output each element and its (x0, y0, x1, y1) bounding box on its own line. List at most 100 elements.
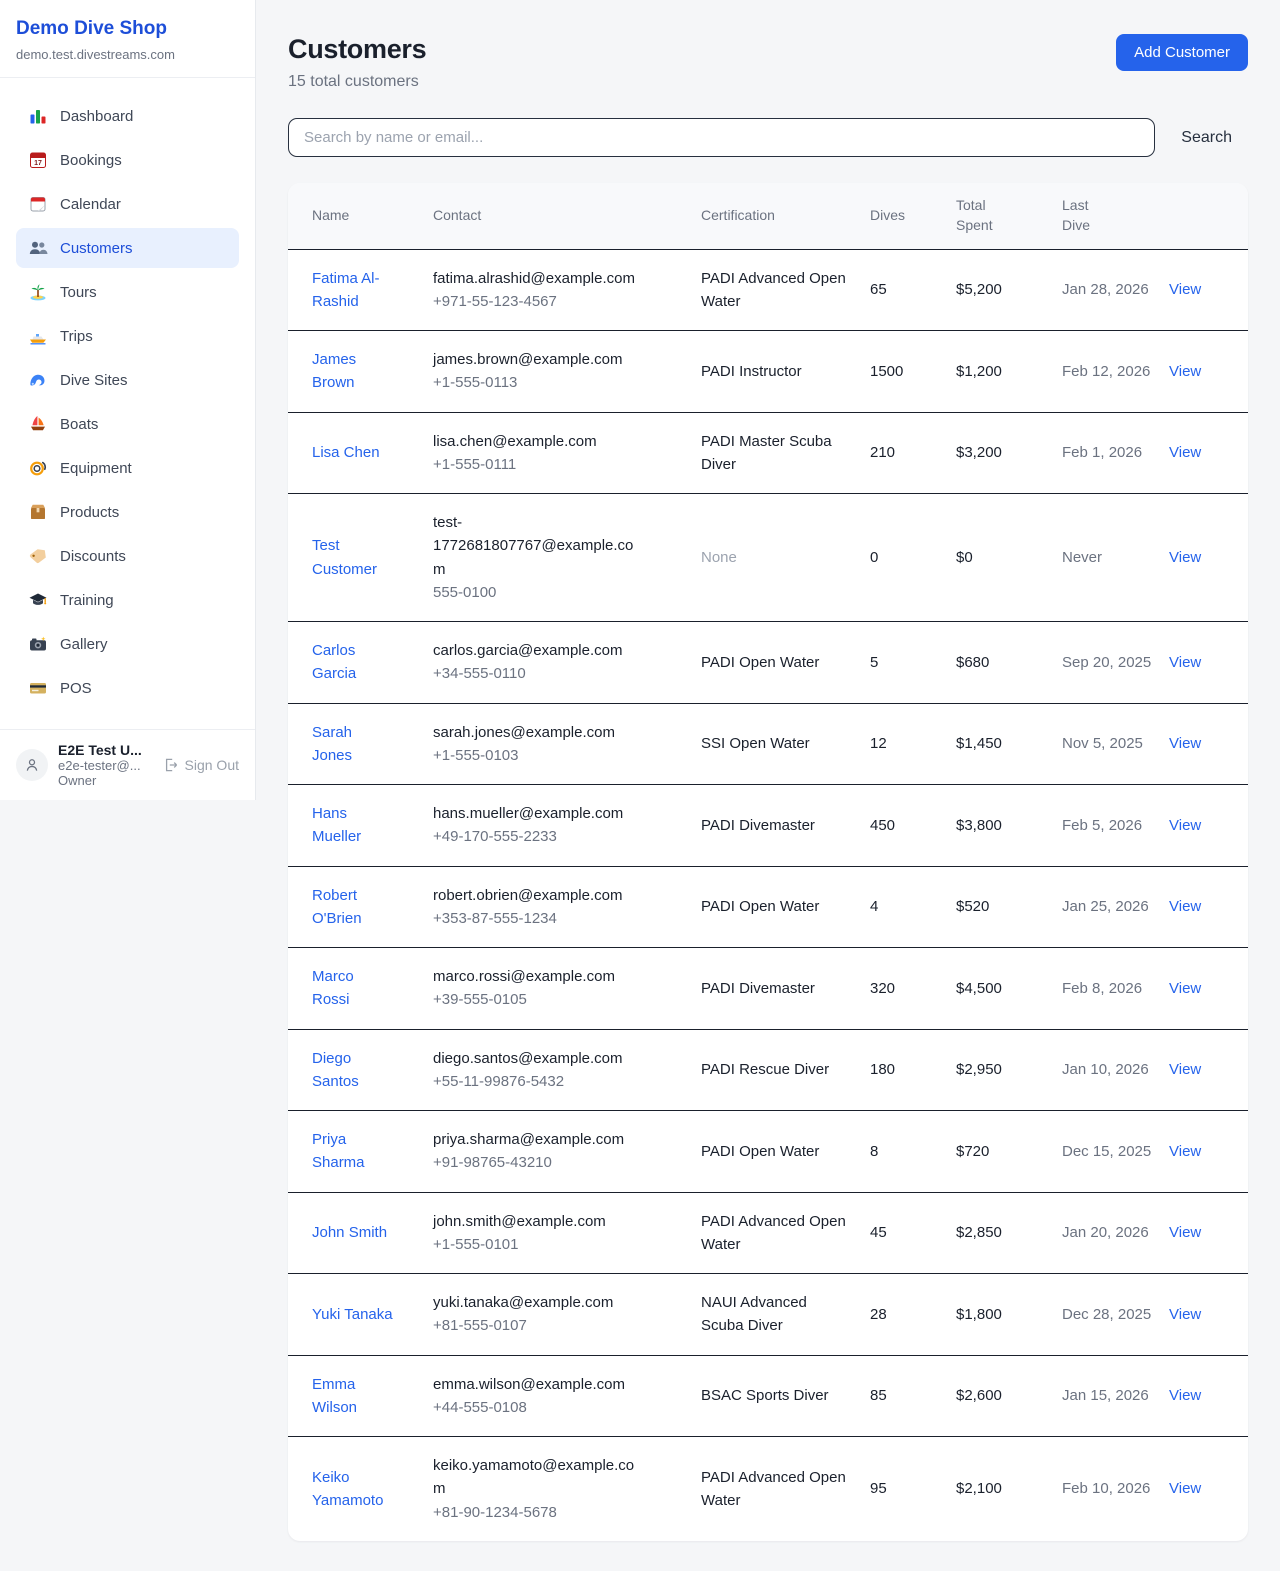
customer-dives: 210 (870, 412, 956, 494)
pos-icon (28, 678, 48, 698)
view-customer-link[interactable]: View (1169, 735, 1201, 752)
customer-name-link[interactable]: Lisa Chen (312, 444, 380, 461)
customer-name-link[interactable]: Carlos Garcia (312, 642, 356, 682)
customer-dives: 45 (870, 1192, 956, 1274)
svg-text:17: 17 (34, 160, 42, 167)
customer-phone: +1-555-0111 (433, 453, 645, 476)
customer-phone: +39-555-0105 (433, 988, 645, 1011)
view-customer-link[interactable]: View (1169, 363, 1201, 380)
user-icon (23, 756, 41, 774)
customer-dives: 95 (870, 1437, 956, 1541)
customer-last-dive: Jan 28, 2026 (1062, 249, 1169, 331)
customer-dives: 28 (870, 1274, 956, 1356)
sidebar-item-gallery[interactable]: Gallery (16, 624, 239, 664)
trips-icon (28, 326, 48, 346)
customer-email: diego.santos@example.com (433, 1047, 645, 1070)
sidebar-item-products[interactable]: Products (16, 492, 239, 532)
customer-email: fatima.alrashid@example.com (433, 267, 645, 290)
sidebar-item-trips[interactable]: Trips (16, 316, 239, 356)
customer-certification: None (701, 494, 870, 622)
search-input[interactable] (288, 118, 1155, 157)
sidebar-item-dive-sites[interactable]: Dive Sites (16, 360, 239, 400)
header-certification: Certification (701, 183, 870, 249)
training-icon (28, 590, 48, 610)
sidebar-item-boats[interactable]: Boats (16, 404, 239, 444)
sign-out-button[interactable]: Sign Out (163, 757, 239, 773)
sidebar-item-discounts[interactable]: Discounts (16, 536, 239, 576)
sidebar-item-label: Tours (60, 284, 97, 301)
customer-name-link[interactable]: Emma Wilson (312, 1376, 357, 1416)
customer-phone: +1-555-0113 (433, 371, 645, 394)
table-row: Fatima Al-Rashid fatima.alrashid@example… (288, 249, 1248, 331)
customer-phone: +91-98765-43210 (433, 1151, 645, 1174)
customer-certification: PADI Rescue Diver (701, 1029, 870, 1111)
table-row: Robert O'Brien robert.obrien@example.com… (288, 866, 1248, 948)
customer-total-spent: $0 (956, 494, 1062, 622)
customer-dives: 320 (870, 948, 956, 1030)
sidebar-nav: Dashboard 17 Bookings Calendar Customers… (0, 78, 255, 729)
user-name: E2E Test U... (58, 742, 153, 758)
sidebar-item-dashboard[interactable]: Dashboard (16, 96, 239, 136)
dive-sites-icon (28, 370, 48, 390)
search-button[interactable]: Search (1155, 129, 1248, 147)
sidebar-item-calendar[interactable]: Calendar (16, 184, 239, 224)
customer-total-spent: $2,100 (956, 1437, 1062, 1541)
shop-name: Demo Dive Shop (16, 18, 239, 40)
customer-name-link[interactable]: Yuki Tanaka (312, 1306, 393, 1323)
customer-name-link[interactable]: John Smith (312, 1224, 387, 1241)
view-customer-link[interactable]: View (1169, 549, 1201, 566)
customer-name-link[interactable]: James Brown (312, 351, 356, 391)
customer-last-dive: Dec 28, 2025 (1062, 1274, 1169, 1356)
view-customer-link[interactable]: View (1169, 444, 1201, 461)
view-customer-link[interactable]: View (1169, 654, 1201, 671)
customer-dives: 0 (870, 494, 956, 622)
view-customer-link[interactable]: View (1169, 1061, 1201, 1078)
customer-phone: 555-0100 (433, 581, 645, 604)
calendar-icon (28, 194, 48, 214)
main-content: Customers 15 total customers Add Custome… (256, 0, 1280, 1571)
sidebar-item-bookings[interactable]: 17 Bookings (16, 140, 239, 180)
view-customer-link[interactable]: View (1169, 817, 1201, 834)
customer-phone: +353-87-555-1234 (433, 907, 645, 930)
customer-name-link[interactable]: Keiko Yamamoto (312, 1469, 383, 1509)
customer-name-link[interactable]: Marco Rossi (312, 968, 354, 1008)
sidebar-item-equipment[interactable]: Equipment (16, 448, 239, 488)
customer-certification: PADI Master Scuba Diver (701, 412, 870, 494)
view-customer-link[interactable]: View (1169, 1387, 1201, 1404)
customer-email: lisa.chen@example.com (433, 430, 645, 453)
customers-table: Name Contact Certification Dives Total S… (288, 183, 1248, 1541)
view-customer-link[interactable]: View (1169, 281, 1201, 298)
view-customer-link[interactable]: View (1169, 980, 1201, 997)
table-row: Test Customer test-1772681807767@example… (288, 494, 1248, 622)
customer-name-link[interactable]: Hans Mueller (312, 805, 361, 845)
customer-name-link[interactable]: Test Customer (312, 537, 377, 577)
customer-name-link[interactable]: Fatima Al-Rashid (312, 270, 380, 310)
customer-total-spent: $1,450 (956, 703, 1062, 785)
customer-total-spent: $3,200 (956, 412, 1062, 494)
view-customer-link[interactable]: View (1169, 1143, 1201, 1160)
sidebar-item-training[interactable]: Training (16, 580, 239, 620)
customer-total-spent: $720 (956, 1111, 1062, 1193)
sidebar-item-label: Boats (60, 416, 98, 433)
add-customer-button[interactable]: Add Customer (1116, 34, 1248, 71)
sidebar-item-customers[interactable]: Customers (16, 228, 239, 268)
customer-phone: +55-11-99876-5432 (433, 1070, 645, 1093)
view-customer-link[interactable]: View (1169, 1480, 1201, 1497)
sidebar-item-pos[interactable]: POS (16, 668, 239, 708)
customer-email: sarah.jones@example.com (433, 721, 645, 744)
customer-name-link[interactable]: Priya Sharma (312, 1131, 365, 1171)
customer-last-dive: Feb 1, 2026 (1062, 412, 1169, 494)
view-customer-link[interactable]: View (1169, 1306, 1201, 1323)
customer-email: emma.wilson@example.com (433, 1373, 645, 1396)
customer-total-spent: $4,500 (956, 948, 1062, 1030)
sidebar-item-tours[interactable]: Tours (16, 272, 239, 312)
view-customer-link[interactable]: View (1169, 898, 1201, 915)
tours-icon (28, 282, 48, 302)
view-customer-link[interactable]: View (1169, 1224, 1201, 1241)
customer-name-link[interactable]: Sarah Jones (312, 724, 352, 764)
customer-name-link[interactable]: Robert O'Brien (312, 887, 362, 927)
customer-name-link[interactable]: Diego Santos (312, 1050, 359, 1090)
header-total-spent: Total Spent (956, 183, 1062, 249)
gallery-icon (28, 634, 48, 654)
sidebar: Demo Dive Shop demo.test.divestreams.com… (0, 0, 256, 800)
